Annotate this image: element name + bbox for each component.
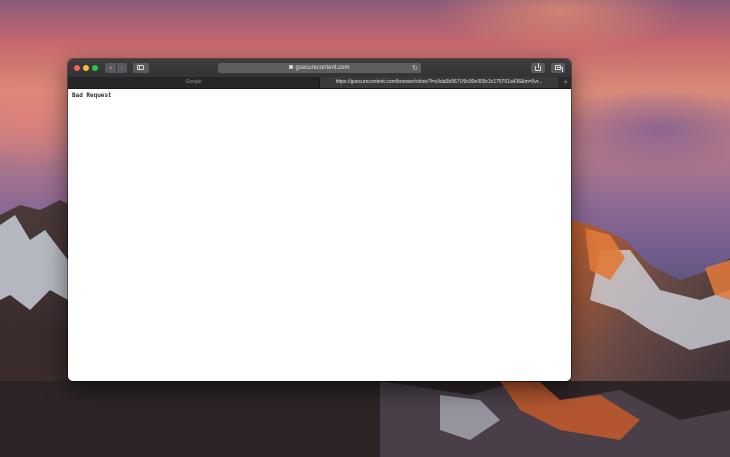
lock-icon xyxy=(289,65,294,69)
page-content: Bad Request xyxy=(68,89,571,381)
share-icon xyxy=(535,63,541,71)
sidebar-icon xyxy=(137,65,144,70)
back-button[interactable]: ‹ xyxy=(105,63,116,73)
new-tab-button[interactable]: + xyxy=(560,77,571,88)
tabs-overview-icon xyxy=(555,65,563,72)
reload-icon[interactable]: ↻ xyxy=(412,63,418,73)
address-bar[interactable]: gsecurecontent.com ↻ xyxy=(218,63,421,73)
zoom-window-button[interactable] xyxy=(92,65,98,71)
tab-gsecurecontent[interactable]: https://gsecurecontent.com/browser/show?… xyxy=(320,77,558,88)
close-window-button[interactable] xyxy=(74,65,80,71)
show-tabs-button[interactable] xyxy=(551,63,565,73)
browser-toolbar: ‹ › gsecurecontent.com ↻ xyxy=(68,59,571,78)
browser-window: ‹ › gsecurecontent.com ↻ Google https://… xyxy=(68,59,571,381)
tab-google[interactable]: Google xyxy=(68,77,320,88)
forward-button[interactable]: › xyxy=(116,63,127,73)
tab-bar: Google https://gsecurecontent.com/browse… xyxy=(68,77,571,89)
share-button[interactable] xyxy=(531,63,545,73)
address-text: gsecurecontent.com xyxy=(295,65,350,71)
error-message: Bad Request xyxy=(72,92,112,99)
navigation-buttons: ‹ › xyxy=(105,63,127,73)
sidebar-toggle-button[interactable] xyxy=(133,63,149,73)
minimize-window-button[interactable] xyxy=(83,65,89,71)
